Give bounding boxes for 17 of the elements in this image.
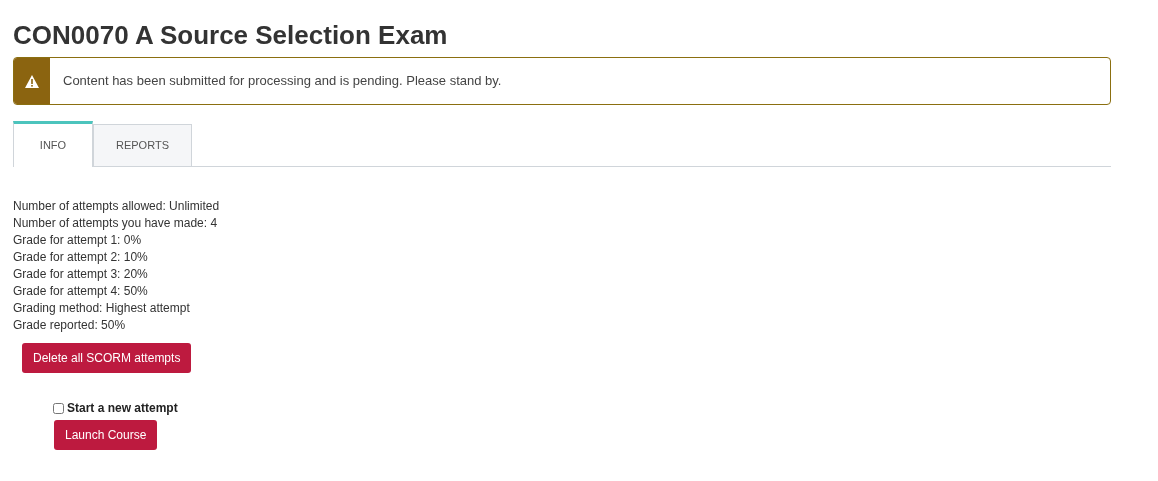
- warning-icon: [25, 74, 39, 88]
- info-line: Grade for attempt 1: 0%: [13, 232, 143, 249]
- new-attempt-label: Start a new attempt: [67, 400, 178, 417]
- info-line: Grading method: Highest attempt: [13, 300, 191, 317]
- info-line: Number of attempts allowed: Unlimited: [13, 198, 221, 215]
- new-attempt-checkbox[interactable]: [53, 402, 64, 414]
- info-line: Grade for attempt 2: 10%: [13, 249, 149, 266]
- tab[interactable]: INFO: [13, 121, 93, 167]
- info-line: Grade reported: 50%: [13, 317, 127, 334]
- info-line: Grade for attempt 4: 50%: [13, 283, 149, 300]
- info-line: Number of attempts you have made: 4: [13, 215, 219, 232]
- launch-course-button[interactable]: Launch Course: [54, 420, 158, 450]
- delete-attempts-button[interactable]: Delete all SCORM attempts: [22, 343, 192, 373]
- info-line: Grade for attempt 3: 20%: [13, 266, 149, 283]
- page-title: CON0070 A Source Selection Exam: [13, 19, 449, 52]
- tab[interactable]: REPORTS: [93, 124, 192, 167]
- alert-message: Content has been submitted for processing and is pending. Please stand by.: [63, 72, 502, 91]
